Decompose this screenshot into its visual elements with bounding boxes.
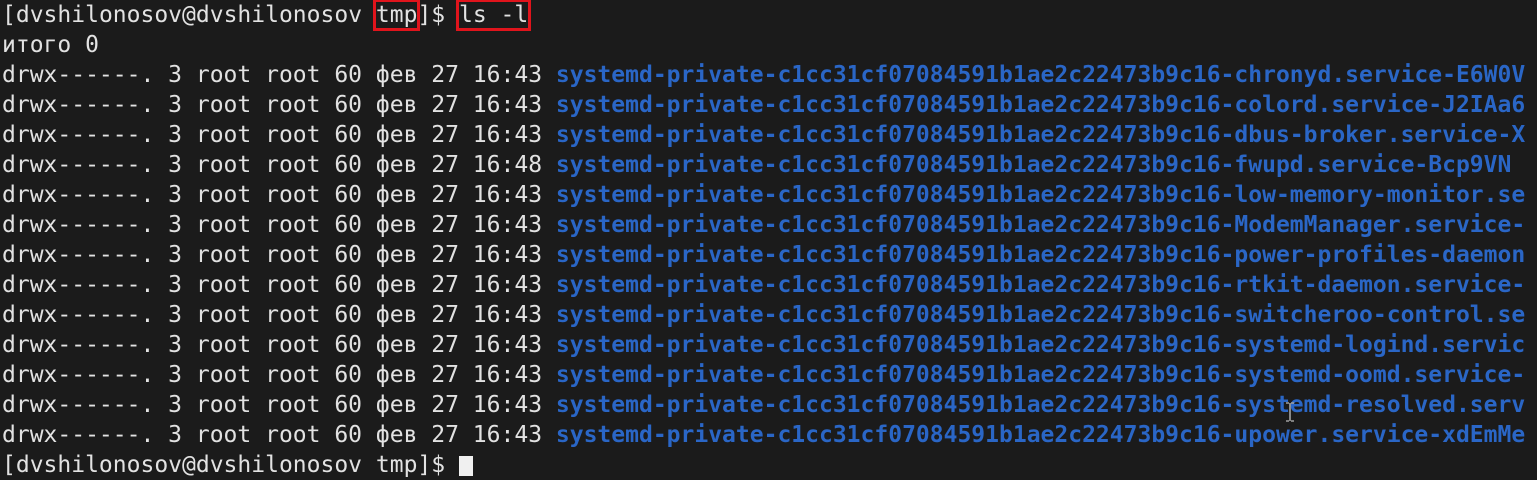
total-line: итого 0 [2, 32, 99, 58]
prompt-line: [dvshilonosov@dvshilonosov tmp]$ ls -l [2, 0, 532, 31]
entry-name: systemd-private-c1cc31cf07084591b1ae2c22… [555, 212, 1526, 238]
entry-name: systemd-private-c1cc31cf07084591b1ae2c22… [555, 422, 1526, 448]
next-prompt-line[interactable]: [dvshilonosov@dvshilonosov tmp]$ [2, 450, 473, 480]
entry-name: systemd-private-c1cc31cf07084591b1ae2c22… [555, 152, 1512, 178]
listing-row: drwx------. 3 root root 60 фев 27 16:43 … [2, 90, 1525, 120]
prompt-suffix: ]$ [417, 2, 459, 28]
prompt-cwd: tmp [372, 0, 421, 31]
listing-row: drwx------. 3 root root 60 фев 27 16:43 … [2, 120, 1525, 150]
entry-meta: drwx------. 3 root root 60 фев 27 16:43 [2, 332, 556, 358]
next-prompt: [dvshilonosov@dvshilonosov tmp]$ [2, 452, 459, 478]
entry-meta: drwx------. 3 root root 60 фев 27 16:43 [2, 272, 556, 298]
listing-row: drwx------. 3 root root 60 фев 27 16:43 … [2, 330, 1525, 360]
entry-name: systemd-private-c1cc31cf07084591b1ae2c22… [555, 362, 1526, 388]
entry-name: systemd-private-c1cc31cf07084591b1ae2c22… [555, 92, 1526, 118]
entry-meta: drwx------. 3 root root 60 фев 27 16:43 [2, 242, 556, 268]
entry-name: systemd-private-c1cc31cf07084591b1ae2c22… [555, 122, 1526, 148]
entry-meta: drwx------. 3 root root 60 фев 27 16:43 [2, 422, 556, 448]
entry-name: systemd-private-c1cc31cf07084591b1ae2c22… [555, 302, 1526, 328]
entry-name: systemd-private-c1cc31cf07084591b1ae2c22… [555, 392, 1526, 418]
listing-row: drwx------. 3 root root 60 фев 27 16:43 … [2, 420, 1525, 450]
command-text: ls -l [455, 0, 532, 31]
entry-meta: drwx------. 3 root root 60 фев 27 16:43 [2, 212, 556, 238]
listing-row: drwx------. 3 root root 60 фев 27 16:48 … [2, 150, 1511, 180]
entry-meta: drwx------. 3 root root 60 фев 27 16:43 [2, 62, 556, 88]
listing-row: drwx------. 3 root root 60 фев 27 16:43 … [2, 240, 1525, 270]
entry-meta: drwx------. 3 root root 60 фев 27 16:43 [2, 302, 556, 328]
entry-meta: drwx------. 3 root root 60 фев 27 16:43 [2, 362, 556, 388]
entry-name: systemd-private-c1cc31cf07084591b1ae2c22… [555, 332, 1526, 358]
entry-name: systemd-private-c1cc31cf07084591b1ae2c22… [555, 182, 1526, 208]
entry-meta: drwx------. 3 root root 60 фев 27 16:48 [2, 152, 556, 178]
listing-row: drwx------. 3 root root 60 фев 27 16:43 … [2, 390, 1525, 420]
entry-name: systemd-private-c1cc31cf07084591b1ae2c22… [555, 242, 1526, 268]
entry-name: systemd-private-c1cc31cf07084591b1ae2c22… [555, 272, 1526, 298]
entry-meta: drwx------. 3 root root 60 фев 27 16:43 [2, 392, 556, 418]
entry-meta: drwx------. 3 root root 60 фев 27 16:43 [2, 92, 556, 118]
listing-row: drwx------. 3 root root 60 фев 27 16:43 … [2, 210, 1525, 240]
entry-meta: drwx------. 3 root root 60 фев 27 16:43 [2, 182, 556, 208]
listing-row: drwx------. 3 root root 60 фев 27 16:43 … [2, 180, 1525, 210]
listing-row: drwx------. 3 root root 60 фев 27 16:43 … [2, 360, 1525, 390]
prompt-open-bracket: [ [2, 2, 16, 28]
listing-row: drwx------. 3 root root 60 фев 27 16:43 … [2, 270, 1525, 300]
listing-row: drwx------. 3 root root 60 фев 27 16:43 … [2, 60, 1525, 90]
prompt-user-host: dvshilonosov@dvshilonosov [15, 2, 376, 28]
entry-meta: drwx------. 3 root root 60 фев 27 16:43 [2, 122, 556, 148]
listing-row: drwx------. 3 root root 60 фев 27 16:43 … [2, 300, 1525, 330]
entry-name: systemd-private-c1cc31cf07084591b1ae2c22… [555, 62, 1526, 88]
terminal-window[interactable]: [dvshilonosov@dvshilonosov tmp]$ ls -l и… [0, 0, 1537, 478]
